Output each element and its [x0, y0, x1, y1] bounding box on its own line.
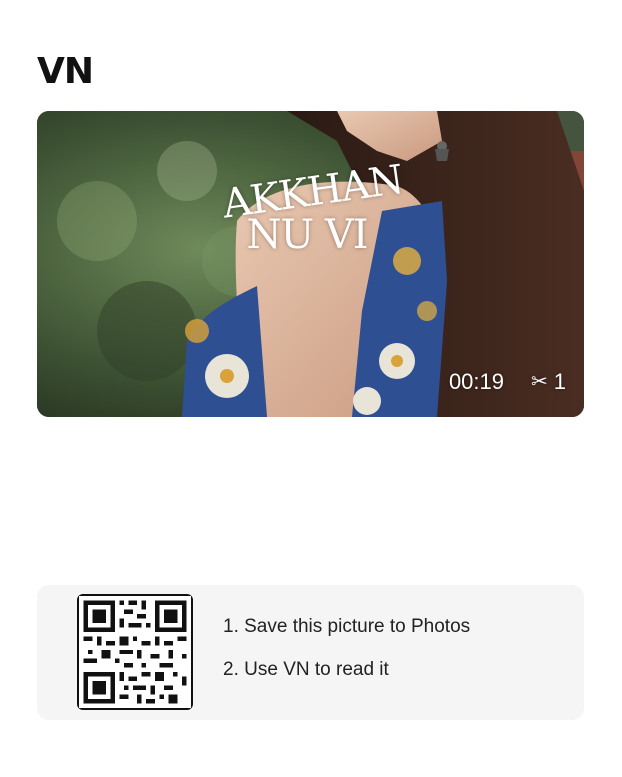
step-use-vn: 2. Use VN to read it: [223, 659, 389, 680]
step-save-picture: 1. Save this picture to Photos: [223, 616, 471, 637]
clip-count: ✂ 1: [531, 369, 566, 395]
video-title-overlay: AKKHAN NU VI: [220, 157, 406, 255]
duration-label: 00:19: [448, 369, 504, 394]
scissors-icon: ✂: [530, 371, 548, 393]
vn-logo: VN: [37, 51, 94, 92]
video-preview[interactable]: AKKHAN NU VI 00:19 ✂ 1: [37, 111, 584, 417]
qr-card: 1. Save this picture to Photos 2. Use VN…: [37, 585, 584, 720]
qr-code-icon: [77, 594, 193, 710]
qr-instructions: 1. Save this picture to Photos 2. Use VN…: [223, 617, 470, 703]
clip-count-value: 1: [553, 369, 566, 394]
